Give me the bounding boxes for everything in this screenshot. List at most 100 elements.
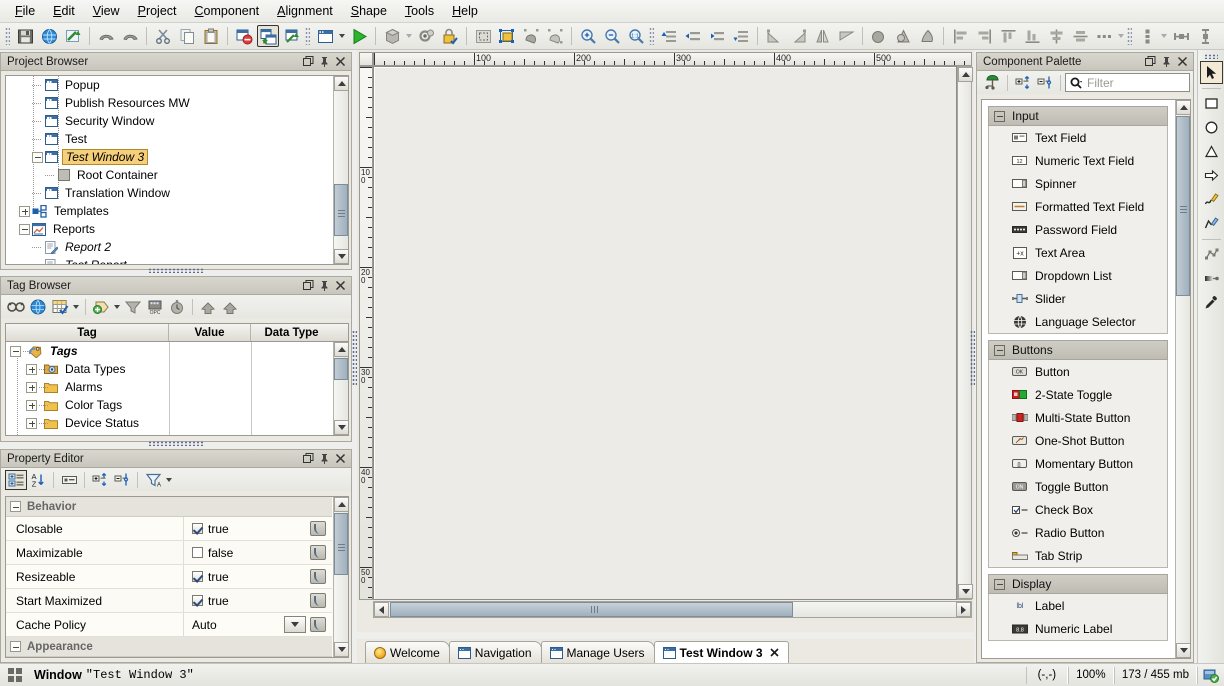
palette-item[interactable]: Language Selector bbox=[989, 310, 1167, 333]
ungroup-icon[interactable] bbox=[544, 25, 566, 47]
close-icon[interactable] bbox=[333, 451, 348, 466]
alphabetical-icon[interactable]: AZ bbox=[27, 470, 49, 490]
project-tree-viewport[interactable]: PopupPublish Resources MWSecurity Window… bbox=[6, 76, 332, 264]
align-center-v-icon[interactable] bbox=[1069, 25, 1091, 47]
outdent-left-icon[interactable] bbox=[682, 25, 704, 47]
project-tree-node[interactable]: Test Window 3 bbox=[6, 148, 332, 166]
project-tree-node[interactable]: Test bbox=[6, 130, 332, 148]
scrollbar-thumb[interactable] bbox=[334, 358, 348, 380]
tree-collapse-icon[interactable] bbox=[994, 579, 1005, 590]
document-tab[interactable]: Welcome bbox=[365, 641, 450, 663]
tag-tree-node[interactable]: Device Status bbox=[6, 414, 332, 432]
scroll-up-button[interactable] bbox=[334, 497, 349, 512]
menu-item-component[interactable]: Component bbox=[186, 2, 269, 20]
palette-tree-icon[interactable] bbox=[981, 73, 1003, 93]
filter-dropdown-icon[interactable] bbox=[164, 470, 174, 490]
tree-collapse-icon[interactable] bbox=[994, 111, 1005, 122]
property-value-cell[interactable]: false bbox=[184, 541, 332, 564]
palette-item[interactable]: Slider bbox=[989, 287, 1167, 310]
palette-item[interactable]: Momentary Button bbox=[989, 452, 1167, 475]
tree-expand-icon[interactable] bbox=[26, 418, 37, 429]
palette-item[interactable]: OKButton bbox=[989, 360, 1167, 383]
scroll-down-button[interactable] bbox=[334, 642, 349, 657]
project-tree-node[interactable]: Report 2 bbox=[6, 238, 332, 256]
scrollbar-thumb[interactable] bbox=[334, 513, 348, 575]
shape-intersect-icon[interactable] bbox=[916, 25, 938, 47]
column-header-data-type[interactable]: Data Type bbox=[251, 324, 332, 341]
tag-browser-table[interactable]: Tag Value Data Type TagsData TypesAlarms… bbox=[5, 323, 349, 436]
cut-icon[interactable] bbox=[152, 25, 174, 47]
preview-mode-icon[interactable] bbox=[348, 25, 370, 47]
component-palette-list[interactable]: InputText Field12Numeric Text FieldSpinn… bbox=[981, 99, 1191, 659]
status-zoom-level[interactable]: 100% bbox=[1068, 667, 1114, 684]
pin-icon[interactable] bbox=[317, 278, 332, 293]
project-tree-node[interactable]: Security Window bbox=[6, 112, 332, 130]
column-header-tag[interactable]: Tag bbox=[6, 324, 169, 341]
memory-ok-icon[interactable] bbox=[1197, 667, 1224, 684]
tag-grid-icon[interactable] bbox=[49, 297, 71, 317]
property-value-cell[interactable]: true bbox=[184, 565, 332, 588]
property-checkbox[interactable] bbox=[192, 595, 203, 606]
description-icon[interactable] bbox=[58, 470, 80, 490]
copy-window-icon[interactable] bbox=[257, 25, 279, 47]
property-group-header[interactable]: Appearance bbox=[6, 637, 332, 657]
vertical-ruler[interactable]: 100200300400500 bbox=[359, 66, 373, 600]
document-tab[interactable]: Manage Users bbox=[541, 641, 655, 663]
palette-item[interactable]: Tab Strip bbox=[989, 544, 1167, 567]
rotate-left-icon[interactable] bbox=[763, 25, 785, 47]
palette-item[interactable]: Formatted Text Field bbox=[989, 195, 1167, 218]
zoom-in-icon[interactable] bbox=[577, 25, 599, 47]
palette-group-header[interactable]: Input bbox=[988, 106, 1168, 126]
component-dropdown-icon[interactable] bbox=[404, 26, 414, 46]
palette-item[interactable]: lblLabel bbox=[989, 594, 1167, 617]
distribute-dropdown-icon[interactable] bbox=[1116, 26, 1126, 46]
scroll-down-button[interactable] bbox=[958, 584, 973, 599]
scrollbar-thumb[interactable] bbox=[334, 184, 348, 236]
component-icon[interactable] bbox=[381, 25, 403, 47]
tag-tree-node[interactable]: Tags bbox=[6, 342, 332, 360]
palette-item[interactable]: One-Shot Button bbox=[989, 429, 1167, 452]
palette-item[interactable]: ONToggle Button bbox=[989, 475, 1167, 498]
property-checkbox[interactable] bbox=[192, 571, 203, 582]
selection-box-icon[interactable] bbox=[496, 25, 518, 47]
document-tabs[interactable]: WelcomeNavigationManage UsersTest Window… bbox=[357, 639, 788, 663]
size-height-icon[interactable] bbox=[1194, 25, 1216, 47]
ellipse-tool[interactable] bbox=[1200, 116, 1223, 139]
tag-tree-node[interactable]: Data Types bbox=[6, 360, 332, 378]
tree-collapse-icon[interactable] bbox=[32, 152, 43, 163]
distribute-icon[interactable] bbox=[1093, 25, 1115, 47]
palette-item[interactable]: +xText Area bbox=[989, 241, 1167, 264]
expand-all-icon[interactable] bbox=[1012, 73, 1034, 93]
expand-all-icon[interactable] bbox=[89, 470, 111, 490]
property-checkbox[interactable] bbox=[192, 547, 203, 558]
column-header-value[interactable]: Value bbox=[169, 324, 251, 341]
project-tree-node[interactable]: Templates bbox=[6, 202, 332, 220]
settings-icon[interactable] bbox=[415, 25, 437, 47]
scroll-left-button[interactable] bbox=[374, 602, 389, 617]
toolbar-grip-3[interactable] bbox=[649, 27, 654, 45]
categorized-icon[interactable] bbox=[5, 470, 27, 490]
property-checkbox[interactable] bbox=[192, 523, 203, 534]
tag-browse-icon[interactable] bbox=[27, 297, 49, 317]
property-grid-viewport[interactable]: BehaviorClosabletrueMaximizablefalseResi… bbox=[6, 497, 332, 657]
property-group-header[interactable]: Behavior bbox=[6, 497, 332, 517]
scroll-up-button[interactable] bbox=[334, 76, 349, 91]
menu-item-alignment[interactable]: Alignment bbox=[268, 2, 342, 20]
close-icon[interactable] bbox=[1175, 54, 1190, 69]
project-tree-node[interactable]: Root Container bbox=[6, 166, 332, 184]
menu-item-tools[interactable]: Tools bbox=[396, 2, 443, 20]
scroll-down-button[interactable] bbox=[334, 249, 349, 264]
find-tag-icon[interactable] bbox=[5, 297, 27, 317]
project-tree-node[interactable]: Publish Resources MW bbox=[6, 94, 332, 112]
palette-item[interactable]: Radio Button bbox=[989, 521, 1167, 544]
skew-icon[interactable] bbox=[835, 25, 857, 47]
property-row[interactable]: Closabletrue bbox=[6, 517, 332, 541]
tree-expand-icon[interactable] bbox=[26, 382, 37, 393]
pin-icon[interactable] bbox=[317, 451, 332, 466]
menu-item-file[interactable]: File bbox=[6, 2, 44, 20]
property-binding-icon[interactable] bbox=[310, 569, 326, 584]
palette-item[interactable]: Multi-State Button bbox=[989, 406, 1167, 429]
zoom-reset-icon[interactable]: 1:1 bbox=[625, 25, 647, 47]
security-icon[interactable] bbox=[439, 25, 461, 47]
align-left-icon[interactable] bbox=[949, 25, 971, 47]
